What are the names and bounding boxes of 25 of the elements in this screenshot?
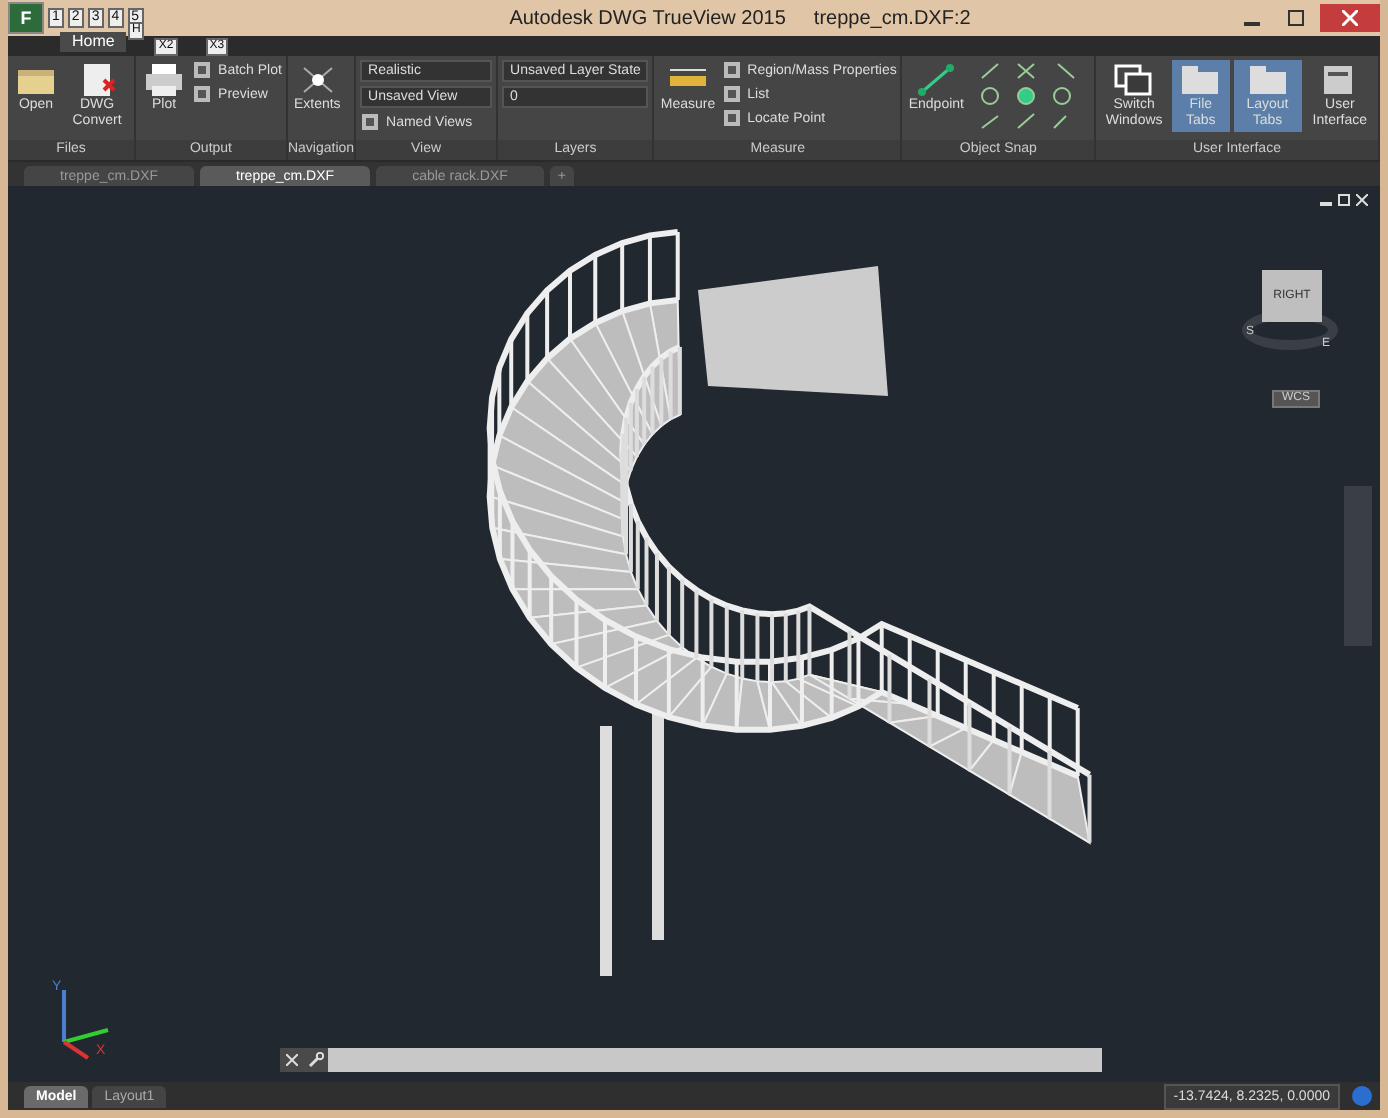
- restore-icon[interactable]: [1338, 194, 1350, 206]
- application-menu-button[interactable]: F: [8, 2, 44, 34]
- tabs-icon: [1178, 62, 1223, 98]
- window-title: Autodesk DWG TrueView 2015: [509, 7, 786, 29]
- tool-icon: [192, 60, 213, 80]
- close-icon: [286, 1054, 298, 1066]
- ribbon-tab[interactable]: Home: [60, 32, 127, 52]
- endpoint-icon: [914, 62, 959, 98]
- document-title: treppe_cm.DXF:2: [813, 7, 971, 29]
- windows-icon: [1112, 62, 1157, 98]
- close-button[interactable]: [280, 1048, 304, 1072]
- tool-icon: [721, 60, 742, 80]
- printer-icon: [142, 62, 187, 98]
- tool-icon: [360, 112, 381, 132]
- close-icon[interactable]: [1356, 194, 1368, 206]
- tabs-icon: [1245, 62, 1290, 98]
- settings-button[interactable]: [304, 1048, 328, 1072]
- wrench-icon: [308, 1052, 324, 1068]
- status-icon[interactable]: [1352, 1086, 1372, 1106]
- close-icon: [1342, 10, 1358, 26]
- maximize-icon: [1288, 10, 1304, 26]
- tool-icon: [192, 84, 213, 104]
- tool-icon: [721, 108, 742, 128]
- tool-icon: [721, 84, 742, 104]
- close-button[interactable]: [1320, 4, 1380, 32]
